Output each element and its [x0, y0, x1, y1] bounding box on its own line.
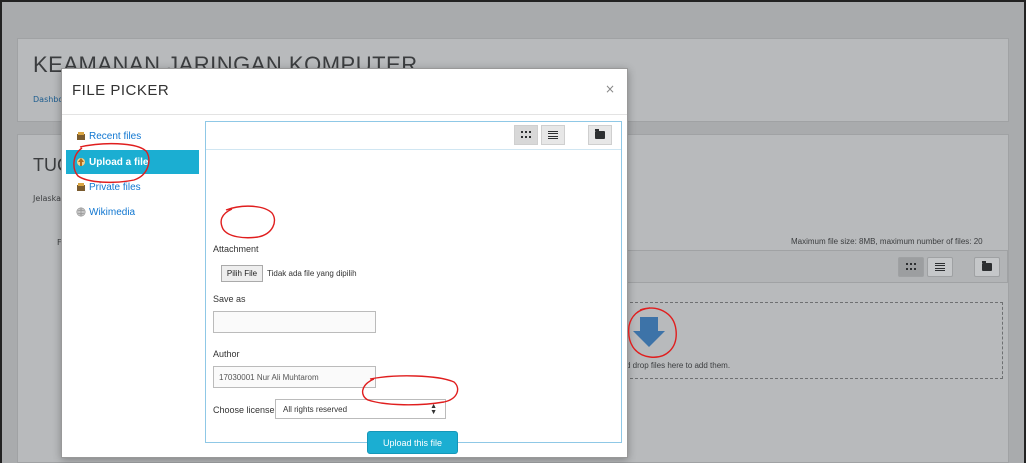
recent-files-icon	[77, 132, 85, 140]
grid-view-icon	[906, 263, 916, 271]
list-view-button[interactable]	[541, 125, 565, 145]
file-picker-header: FILE PICKER ×	[62, 69, 627, 115]
file-picker-title: FILE PICKER	[72, 82, 170, 99]
repo-private-files[interactable]: Private files	[66, 175, 199, 199]
private-files-icon	[77, 183, 85, 191]
repo-private-files-label: Private files	[89, 181, 141, 193]
repo-wikimedia-label: Wikimedia	[89, 206, 136, 218]
choose-file-button[interactable]: Pilih File	[221, 265, 263, 282]
author-input[interactable]: 17030001 Nur Ali Muhtarom	[213, 366, 376, 388]
license-select[interactable]: All rights reserved ▲ ▼	[275, 399, 446, 419]
upload-file-icon	[77, 158, 85, 166]
repo-upload-file[interactable]: Upload a file	[66, 150, 199, 174]
filemanager-list-view-button[interactable]	[927, 257, 953, 277]
file-picker-toolbar	[206, 122, 621, 150]
filemanager-tree-view-button[interactable]	[974, 257, 1000, 277]
no-file-chosen-text: Tidak ada file yang dipilih	[267, 269, 357, 278]
list-view-icon	[548, 131, 558, 139]
wikimedia-icon	[76, 207, 86, 217]
close-icon[interactable]: ×	[605, 82, 615, 96]
grid-view-icon	[521, 131, 531, 139]
upload-panel: Attachment Pilih File Tidak ada file yan…	[205, 121, 622, 454]
repo-recent-files-label: Recent files	[89, 130, 142, 142]
repo-recent-files[interactable]: Recent files	[66, 124, 199, 148]
attachment-label: Attachment	[213, 244, 259, 254]
folder-view-icon	[982, 261, 992, 271]
list-view-icon	[935, 263, 945, 271]
folder-view-icon	[595, 129, 605, 139]
filemanager-limits: Maximum file size: 8MB, maximum number o…	[791, 237, 983, 246]
drop-files-text: d drop files here to add them.	[626, 361, 731, 370]
license-select-value: All rights reserved	[283, 404, 348, 414]
file-picker-dialog: FILE PICKER × Recent files Upload a file…	[61, 68, 628, 458]
license-label: Choose license	[213, 405, 275, 415]
assignment-description: Jelaska	[33, 194, 61, 203]
save-as-input[interactable]	[213, 311, 376, 333]
repo-upload-file-label: Upload a file	[89, 156, 149, 168]
author-label: Author	[213, 349, 240, 359]
upload-this-file-button[interactable]: Upload this file	[367, 431, 458, 454]
tree-view-button[interactable]	[588, 125, 612, 145]
breadcrumb-dashboard-link[interactable]: Dashbo	[33, 95, 63, 104]
filemanager-icon-view-button[interactable]	[898, 257, 924, 277]
icon-view-button[interactable]	[514, 125, 538, 145]
select-arrows-icon: ▲ ▼	[430, 403, 437, 416]
save-as-label: Save as	[213, 294, 246, 304]
repo-wikimedia[interactable]: Wikimedia	[66, 200, 199, 224]
